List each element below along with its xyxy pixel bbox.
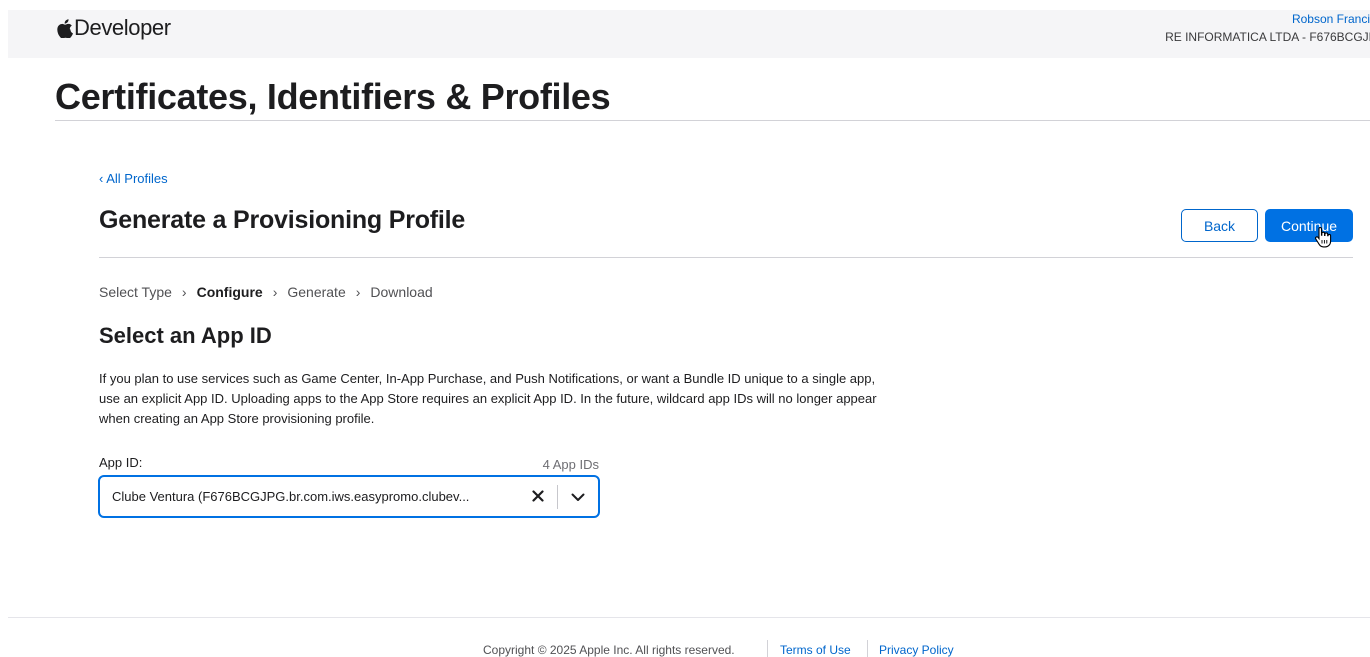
chevron-right-icon: › [272, 284, 278, 300]
hand-pointer-icon [1315, 226, 1332, 248]
brand-label: Developer [74, 15, 171, 40]
developer-home-link[interactable]: Developer [56, 15, 171, 41]
chevron-down-icon [571, 493, 585, 501]
page-title: Certificates, Identifiers & Profiles [55, 76, 611, 117]
apple-logo-icon [57, 18, 73, 38]
back-button[interactable]: Back [1181, 209, 1258, 242]
footer-separator [867, 640, 868, 657]
continue-button[interactable]: Continue [1265, 209, 1353, 242]
app-id-description: If you plan to use services such as Game… [99, 371, 877, 426]
section-title: Generate a Provisioning Profile [99, 206, 466, 234]
close-icon [532, 490, 544, 502]
app-id-select[interactable]: Clube Ventura (F676BCGJPG.br.com.iws.eas… [98, 475, 600, 518]
footer-divider [8, 617, 1370, 618]
step-configure: Configure [196, 284, 263, 300]
step-breadcrumb: Select Type › Configure › Generate › Dow… [99, 284, 433, 300]
global-header: Developer Robson Francis RE INFORMATICA … [8, 10, 1370, 58]
footer: Copyright © 2025 Apple Inc. All rights r… [0, 640, 1370, 657]
all-profiles-link[interactable]: ‹ All Profiles [99, 171, 168, 186]
account-menu[interactable]: Robson Francis RE INFORMATICA LTDA - F67… [1165, 10, 1370, 46]
chevron-right-icon: › [355, 284, 361, 300]
select-divider [557, 485, 558, 509]
footer-separator [767, 640, 768, 657]
chevron-right-icon: › [181, 284, 187, 300]
step-generate: Generate [287, 284, 346, 300]
app-id-label: App ID: [99, 455, 143, 470]
select-app-id-heading: Select an App ID [99, 323, 272, 348]
app-id-count: 4 App IDs [542, 457, 599, 472]
step-select-type: Select Type [99, 284, 172, 300]
open-dropdown-button[interactable] [567, 486, 589, 508]
clear-selection-button[interactable] [528, 486, 548, 506]
user-name[interactable]: Robson Francis [1165, 10, 1370, 28]
app-id-selected-value[interactable]: Clube Ventura (F676BCGJPG.br.com.iws.eas… [112, 489, 518, 504]
step-download: Download [370, 284, 433, 300]
title-divider [55, 120, 1370, 121]
section-divider [99, 257, 1353, 258]
team-name: RE INFORMATICA LTDA - F676BCGJF [1165, 30, 1370, 44]
